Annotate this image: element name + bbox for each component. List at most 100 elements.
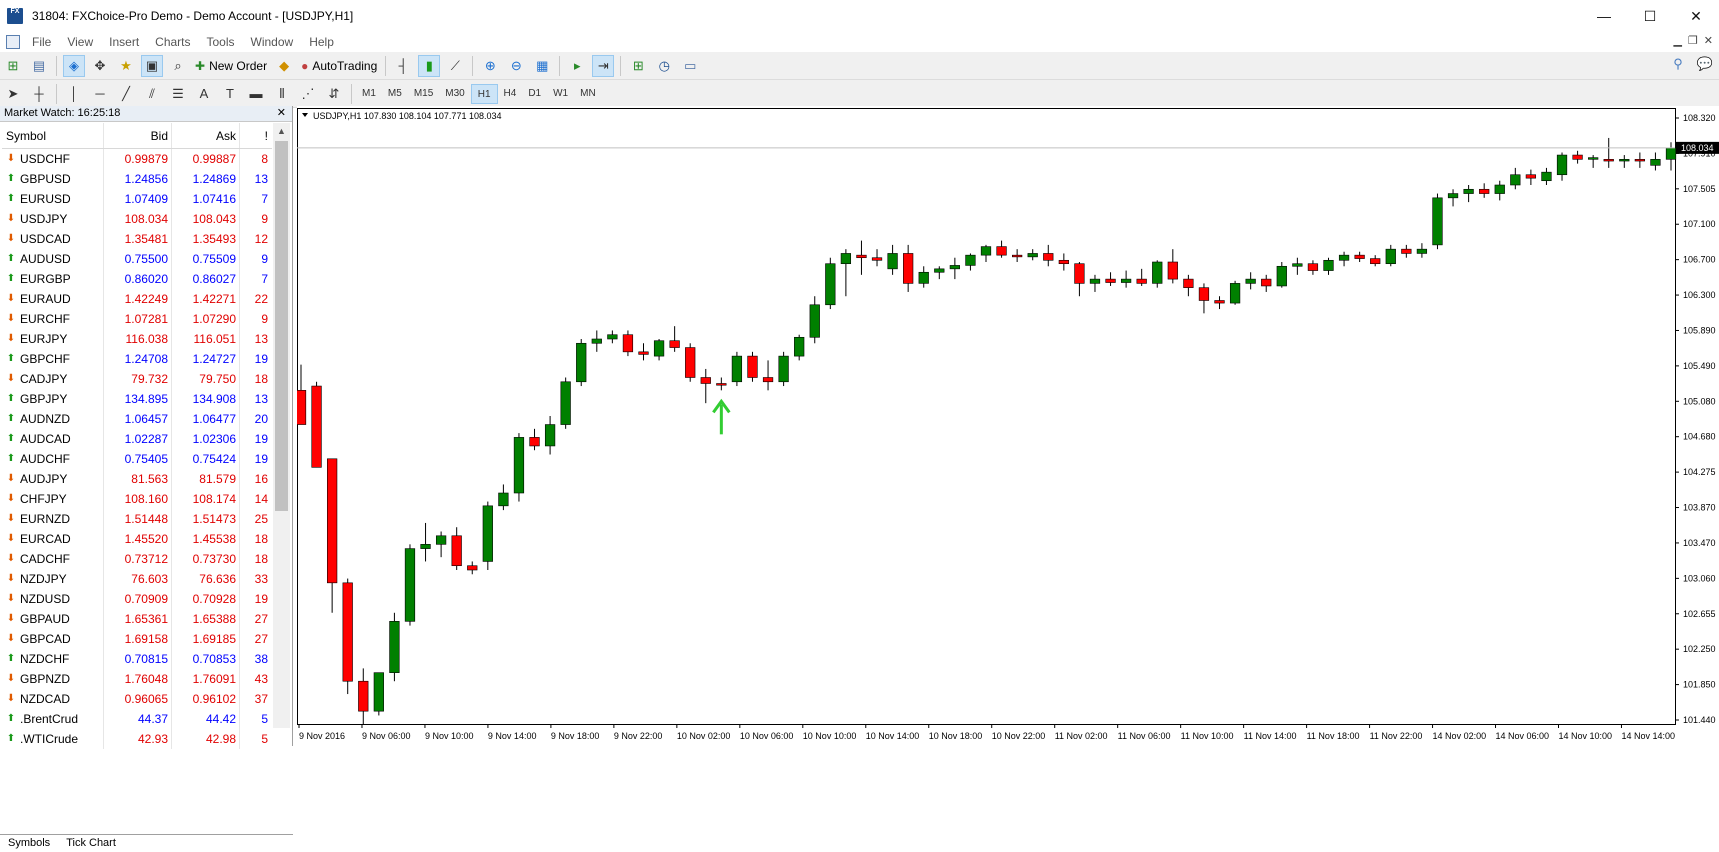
scrollbar-thumb[interactable] (275, 141, 288, 511)
tf-m5-button[interactable]: M5 (382, 84, 408, 104)
col-symbol-header[interactable]: Symbol (2, 123, 104, 148)
col-spread-header[interactable]: ! (240, 123, 272, 148)
mdi-restore-icon[interactable]: ❐ (1688, 34, 1698, 47)
tf-mn-button[interactable]: MN (574, 84, 602, 104)
table-row[interactable]: ⬆ GBPUSD 1.24856 1.24869 13 (2, 169, 272, 189)
table-row[interactable]: ⬇ EURNZD 1.51448 1.51473 25 (2, 509, 272, 529)
menu-file[interactable]: File (24, 35, 59, 49)
horizontal-line-icon[interactable]: ─ (89, 83, 111, 105)
data-window-icon[interactable]: ✥ (89, 55, 111, 77)
table-row[interactable]: ⬇ CADJPY 79.732 79.750 18 (2, 369, 272, 389)
text-icon[interactable]: A (193, 83, 215, 105)
search-icon[interactable]: ⚲ (1673, 56, 1683, 72)
chart-document-icon[interactable] (6, 35, 20, 49)
cursor-icon[interactable]: ➤ (2, 83, 24, 105)
vertical-line-icon[interactable]: │ (63, 83, 85, 105)
mdi-close-icon[interactable]: ✕ (1704, 34, 1713, 47)
market-watch-toggle-icon[interactable]: ◈ (63, 54, 85, 77)
periods-icon[interactable]: ◷ (653, 55, 675, 77)
col-ask-header[interactable]: Ask (172, 123, 240, 148)
menu-tools[interactable]: Tools (199, 35, 243, 49)
usdjpy-h1-chart[interactable]: USDJPY,H1 107.830 108.104 107.771 108.03… (297, 106, 1719, 746)
terminal-icon[interactable]: ▣ (141, 54, 163, 77)
table-row[interactable]: ⬇ GBPNZD 1.76048 1.76091 43 (2, 669, 272, 689)
table-row[interactable]: ⬇ USDCHF 0.99879 0.99887 8 (2, 149, 272, 169)
indicators-icon[interactable]: ⊞ (627, 55, 649, 77)
market-watch-scrollbar[interactable]: ▲ (273, 123, 290, 728)
rectangle-icon[interactable]: ▬ (245, 83, 267, 105)
market-watch-close-icon[interactable]: ✕ (277, 106, 286, 121)
menu-window[interactable]: Window (243, 35, 302, 49)
metaeditor-icon[interactable]: ◆ (273, 55, 295, 77)
scroll-up-icon[interactable]: ▲ (273, 123, 290, 140)
auto-scroll-icon[interactable]: ▸ (566, 55, 588, 77)
equidistant-channel-icon[interactable]: ⫽ (141, 83, 163, 105)
text-label-icon[interactable]: T (219, 83, 241, 105)
candlestick-chart-icon[interactable]: ▮ (418, 54, 441, 77)
bar-chart-icon[interactable]: ┤ (392, 55, 414, 77)
line-chart-icon[interactable]: ⟋ (444, 55, 466, 77)
table-row[interactable]: ⬇ EURJPY 116.038 116.051 13 (2, 329, 272, 349)
pitchfork-icon[interactable]: ⋰ (297, 83, 319, 105)
tf-d1-button[interactable]: D1 (522, 84, 547, 104)
close-button[interactable]: ✕ (1673, 0, 1719, 32)
new-order-button[interactable]: ✚ New Order (191, 55, 271, 77)
new-chart-icon[interactable]: ⊞ (2, 55, 24, 77)
col-bid-header[interactable]: Bid (104, 123, 172, 148)
zoom-in-icon[interactable]: ⊕ (479, 55, 501, 77)
table-row[interactable]: ⬆ GBPCHF 1.24708 1.24727 19 (2, 349, 272, 369)
trendline-icon[interactable]: ╱ (115, 83, 137, 105)
table-row[interactable]: ⬇ USDCAD 1.35481 1.35493 12 (2, 229, 272, 249)
maximize-button[interactable]: ☐ (1627, 0, 1673, 32)
chat-icon[interactable]: 💬 (1697, 56, 1713, 72)
table-row[interactable]: ⬇ EURAUD 1.42249 1.42271 22 (2, 289, 272, 309)
tf-m1-button[interactable]: M1 (356, 84, 382, 104)
table-row[interactable]: ⬆ AUDCAD 1.02287 1.02306 19 (2, 429, 272, 449)
mdi-minimize-icon[interactable]: ▁ (1673, 34, 1681, 47)
templates-icon[interactable]: ▭ (679, 55, 701, 77)
table-row[interactable]: ⬇ NZDCAD 0.96065 0.96102 37 (2, 689, 272, 709)
table-row[interactable]: ⬆ AUDCHF 0.75405 0.75424 19 (2, 449, 272, 469)
table-row[interactable]: ⬇ NZDJPY 76.603 76.636 33 (2, 569, 272, 589)
table-row[interactable]: ⬇ USDJPY 108.034 108.043 9 (2, 209, 272, 229)
auto-trading-button[interactable]: ● AutoTrading (297, 55, 381, 77)
menu-insert[interactable]: Insert (101, 35, 147, 49)
table-row[interactable]: ⬆ GBPJPY 134.895 134.908 13 (2, 389, 272, 409)
table-row[interactable]: ⬇ NZDUSD 0.70909 0.70928 19 (2, 589, 272, 609)
tf-w1-button[interactable]: W1 (547, 84, 574, 104)
table-row[interactable]: ⬆ AUDUSD 0.75500 0.75509 9 (2, 249, 272, 269)
table-row[interactable]: ⬇ GBPCAD 1.69158 1.69185 27 (2, 629, 272, 649)
tf-h4-button[interactable]: H4 (498, 84, 523, 104)
cycle-lines-icon[interactable]: ⦀ (271, 83, 293, 105)
strategy-tester-icon[interactable]: ⌕ (167, 55, 189, 77)
menu-charts[interactable]: Charts (147, 35, 198, 49)
navigator-icon[interactable]: ★ (115, 55, 137, 77)
table-row[interactable]: ⬇ CADCHF 0.73712 0.73730 18 (2, 549, 272, 569)
arrows-icon[interactable]: ⇵ (323, 83, 345, 105)
tab-tick-chart[interactable]: Tick Chart (58, 835, 124, 852)
minimize-button[interactable]: — (1581, 0, 1627, 32)
table-row[interactable]: ⬇ EURCHF 1.07281 1.07290 9 (2, 309, 272, 329)
chart-window[interactable]: USDJPY,H1 107.830 108.104 107.771 108.03… (297, 106, 1719, 746)
profiles-icon[interactable]: ▤ (28, 55, 50, 77)
menu-view[interactable]: View (59, 35, 101, 49)
tf-m30-button[interactable]: M30 (439, 84, 470, 104)
table-row[interactable]: ⬇ GBPAUD 1.65361 1.65388 27 (2, 609, 272, 629)
table-row[interactable]: ⬇ CHFJPY 108.160 108.174 14 (2, 489, 272, 509)
table-row[interactable]: ⬆ EURGBP 0.86020 0.86027 7 (2, 269, 272, 289)
fibonacci-icon[interactable]: ☰ (167, 83, 189, 105)
table-row[interactable]: ⬆ .BrentCrud 44.37 44.42 5 (2, 709, 272, 729)
table-row[interactable]: ⬇ EURCAD 1.45520 1.45538 18 (2, 529, 272, 549)
table-row[interactable]: ⬇ AUDJPY 81.563 81.579 16 (2, 469, 272, 489)
tab-symbols[interactable]: Symbols (0, 835, 58, 852)
zoom-out-icon[interactable]: ⊖ (505, 55, 527, 77)
crosshair-icon[interactable]: ┼ (28, 83, 50, 105)
tile-windows-icon[interactable]: ▦ (531, 55, 553, 77)
table-row[interactable]: ⬆ NZDCHF 0.70815 0.70853 38 (2, 649, 272, 669)
tf-h1-button[interactable]: H1 (470, 83, 498, 104)
table-row[interactable]: ⬆ EURUSD 1.07409 1.07416 7 (2, 189, 272, 209)
tf-m15-button[interactable]: M15 (408, 84, 439, 104)
table-row[interactable]: ⬆ .WTICrude 42.93 42.98 5 (2, 729, 272, 749)
table-row[interactable]: ⬆ AUDNZD 1.06457 1.06477 20 (2, 409, 272, 429)
chart-shift-icon[interactable]: ⇥ (592, 54, 615, 77)
